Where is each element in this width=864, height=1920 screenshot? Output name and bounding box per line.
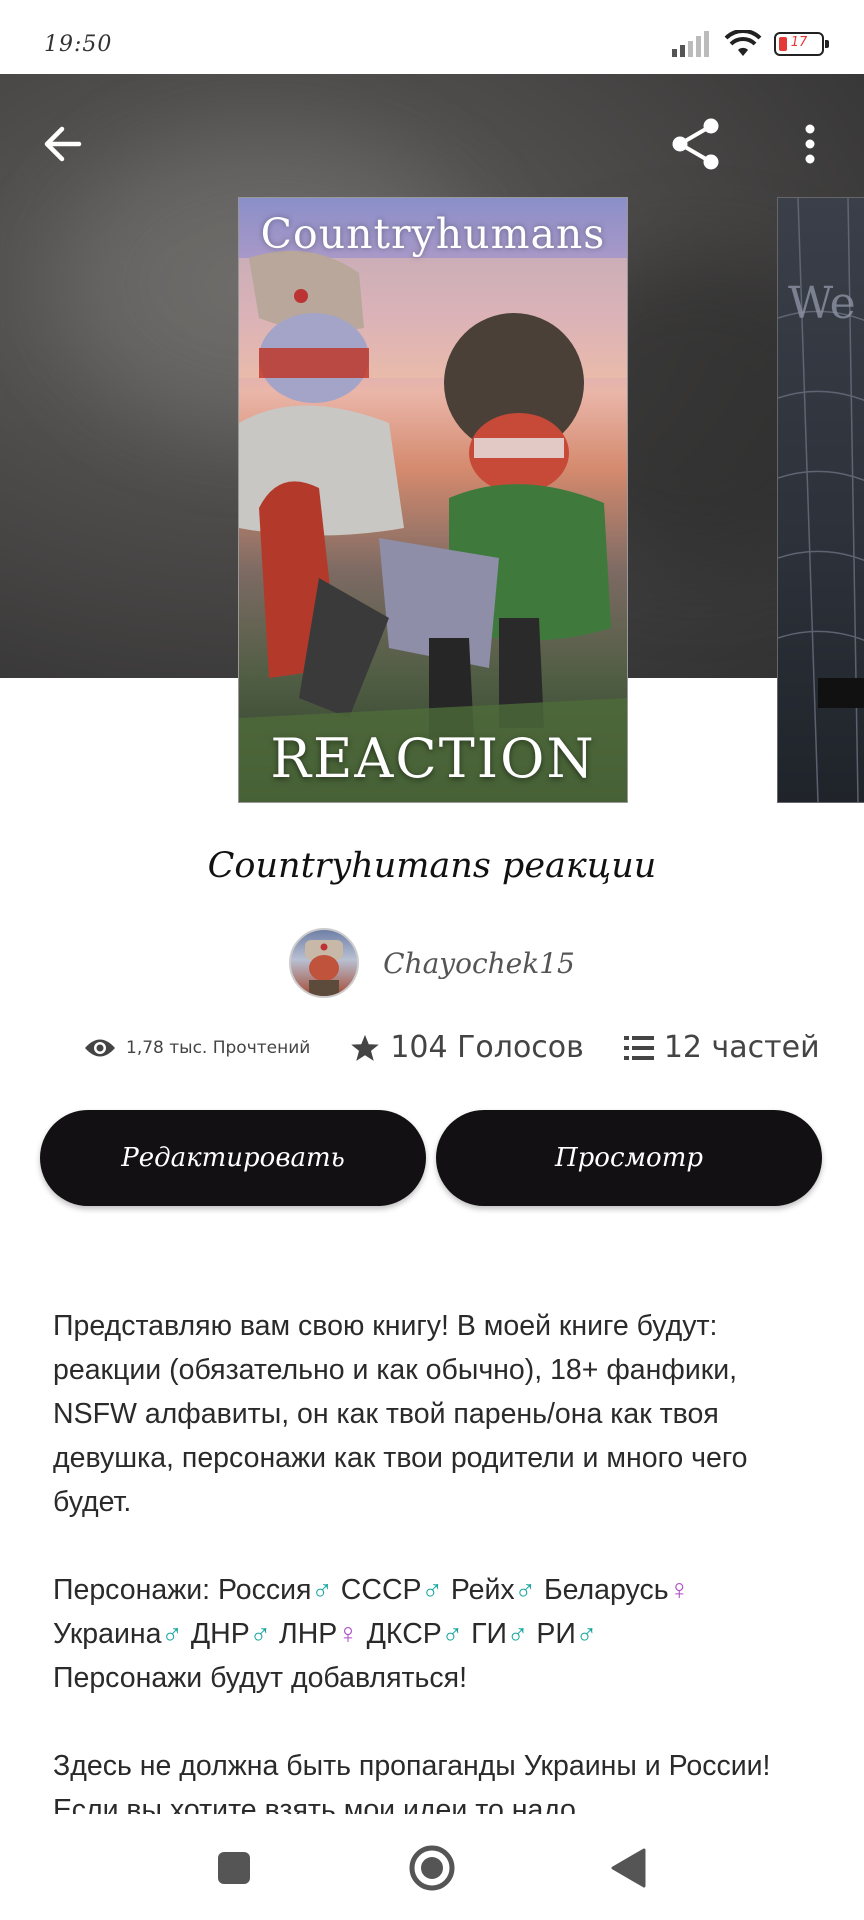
- female-symbol-icon: ♀: [668, 1574, 690, 1606]
- character-name: Россия: [218, 1574, 312, 1606]
- male-symbol-icon: ♂: [441, 1618, 464, 1650]
- male-symbol-icon: ♂: [161, 1618, 183, 1650]
- signal-icon: [672, 31, 709, 57]
- next-cover-illustration: We: [778, 198, 864, 802]
- back-nav-button[interactable]: [598, 1838, 658, 1898]
- eye-icon: [85, 1039, 115, 1056]
- author-avatar[interactable]: [289, 928, 360, 998]
- description-paragraph-1: Представляю вам свою книгу! В моей книге…: [53, 1310, 748, 1518]
- avatar-image: [305, 940, 344, 996]
- arrow-left-icon: [44, 126, 82, 162]
- parts-stat[interactable]: 12 частей: [623, 1030, 820, 1065]
- system-nav-bar: [0, 1816, 864, 1920]
- character-name: СССР: [340, 1574, 422, 1606]
- character-name: ГИ: [471, 1618, 508, 1650]
- home-button[interactable]: [402, 1838, 462, 1898]
- cover-title: Countryhumans: [260, 210, 606, 258]
- back-button[interactable]: [32, 114, 92, 174]
- more-vertical-icon: [805, 124, 815, 164]
- more-options-button[interactable]: [780, 114, 840, 174]
- book-description: Представляю вам свою книгу! В моей книге…: [53, 1304, 823, 1814]
- description-characters-note: Персонажи будут добавляться!: [53, 1662, 468, 1694]
- svg-text:We: We: [788, 278, 856, 329]
- male-symbol-icon: ♂: [311, 1574, 333, 1606]
- character-name: Украина: [53, 1618, 162, 1650]
- stats-row: 1,78 тыс. Прочтений 104 Голосов 12 часте…: [84, 1030, 820, 1065]
- male-symbol-icon: ♂: [249, 1618, 272, 1650]
- description-paragraph-3: Здесь не должна быть пропаганды Украины …: [53, 1750, 771, 1814]
- view-button[interactable]: Просмотр: [436, 1110, 822, 1206]
- cover-subtitle: REACTION: [270, 727, 596, 790]
- parts-count: 12 частей: [663, 1030, 820, 1065]
- male-symbol-icon: ♂: [575, 1618, 598, 1650]
- share-icon: [672, 118, 719, 170]
- character-name: ДНР: [190, 1618, 250, 1650]
- male-symbol-icon: ♂: [514, 1574, 537, 1606]
- list-icon: [623, 1035, 654, 1060]
- status-time: 19:50: [44, 32, 113, 57]
- votes-stat: 104 Голосов: [350, 1030, 584, 1065]
- next-book-cover[interactable]: We: [777, 197, 864, 803]
- battery-level: 17: [790, 35, 808, 50]
- female-symbol-icon: ♀: [337, 1618, 359, 1650]
- author-name[interactable]: Chayochek15: [383, 947, 575, 980]
- square-icon: [218, 1852, 250, 1884]
- character-name: РИ: [536, 1618, 576, 1650]
- male-symbol-icon: ♂: [421, 1574, 443, 1606]
- description-characters: Персонажи: Россия♂ СССР♂ Рейх♂ Беларусь♀…: [53, 1574, 690, 1694]
- cover-illustration: [239, 250, 627, 802]
- share-button[interactable]: [666, 114, 726, 174]
- edit-button[interactable]: Редактировать: [40, 1110, 426, 1206]
- reads-count: 1,78 тыс. Прочтений: [126, 1037, 311, 1058]
- home-circle-icon: [409, 1845, 455, 1891]
- male-symbol-icon: ♂: [507, 1618, 529, 1650]
- author-row[interactable]: Chayochek15: [0, 928, 864, 998]
- book-cover[interactable]: Countryhumans REACTION: [238, 197, 628, 803]
- character-name: ЛНР: [279, 1618, 338, 1650]
- star-icon: [351, 1034, 380, 1061]
- status-icons: 17: [672, 30, 829, 58]
- battery-icon: 17: [774, 32, 829, 56]
- reads-stat: 1,78 тыс. Прочтений: [84, 1037, 310, 1059]
- triangle-back-icon: [611, 1848, 646, 1888]
- wifi-icon: [724, 30, 762, 56]
- character-name: Беларусь: [543, 1574, 669, 1606]
- status-bar: 19:50 17: [0, 0, 864, 74]
- character-name: Рейх: [450, 1574, 515, 1606]
- recent-apps-button[interactable]: [204, 1838, 264, 1898]
- book-title: Countryhumans реакции: [207, 846, 657, 886]
- votes-count: 104 Голосов: [390, 1030, 584, 1065]
- character-name: ДКСР: [366, 1618, 442, 1650]
